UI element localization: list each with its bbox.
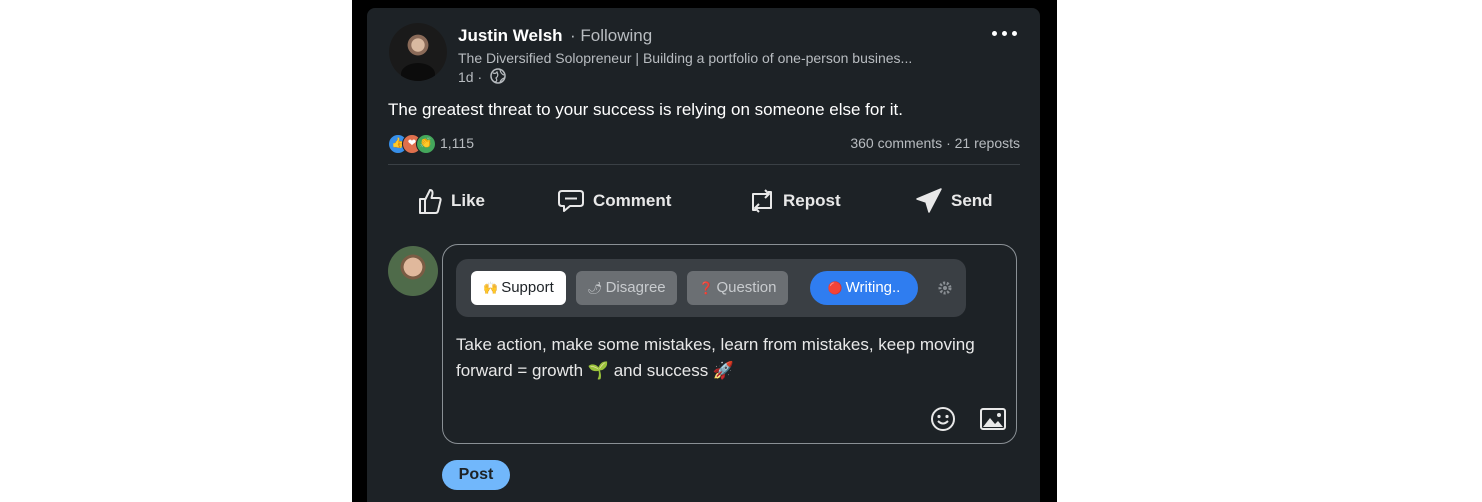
paper-plane-icon — [916, 188, 942, 213]
gear-icon[interactable] — [937, 280, 953, 296]
send-button[interactable]: Send — [915, 184, 993, 218]
post-button[interactable]: Post — [442, 460, 510, 490]
like-button[interactable]: Like — [417, 184, 485, 218]
author-name[interactable]: Justin Welsh — [458, 26, 563, 46]
globe-icon — [490, 68, 506, 84]
follow-status: · Following — [570, 26, 653, 45]
reaction-icons[interactable]: 👍 ❤ 👏 — [388, 134, 440, 154]
repost-button[interactable]: Repost — [749, 184, 841, 218]
support-chip[interactable]: 🙌 Support — [471, 271, 566, 305]
repost-arrows-icon — [752, 189, 772, 213]
comments-reposts-stats[interactable]: 360 comments · 21 reposts — [850, 135, 1020, 151]
like-label: Like — [451, 191, 486, 210]
question-chip[interactable]: ❓ Question — [687, 271, 788, 305]
thumbs-up-icon — [419, 189, 442, 214]
current-user-avatar — [388, 246, 438, 296]
post-text: The greatest threat to your success is r… — [388, 100, 903, 119]
divider — [388, 164, 1020, 165]
comment-input[interactable]: Take action, make some mistakes, learn f… — [456, 332, 1011, 384]
more-dots-icon[interactable] — [989, 22, 1021, 44]
repost-label: Repost — [783, 191, 841, 210]
author-avatar[interactable] — [389, 23, 447, 81]
speech-bubble-icon — [558, 190, 584, 212]
support-reaction-icon: 👏 — [416, 134, 436, 154]
send-label: Send — [951, 191, 993, 210]
comment-label: Comment — [593, 191, 672, 210]
image-icon[interactable] — [979, 407, 1007, 431]
smiley-icon[interactable] — [930, 406, 956, 432]
comment-button[interactable]: Comment — [557, 184, 671, 218]
reaction-count[interactable]: 1,115 — [440, 135, 474, 151]
disagree-chip[interactable]: 🌶 Disagree — [576, 271, 677, 305]
author-headline: The Diversified Solopreneur | Building a… — [458, 50, 913, 66]
post-time: 1d · — [458, 69, 483, 85]
writing-chip[interactable]: 🔴 Writing.. — [810, 271, 918, 305]
